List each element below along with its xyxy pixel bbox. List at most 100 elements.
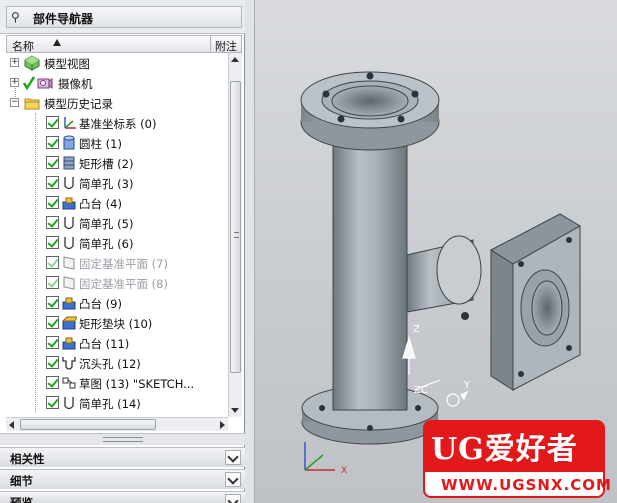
tree-item-model-views[interactable]: + 模型视图 bbox=[6, 53, 228, 73]
expand-plus-icon[interactable]: + bbox=[10, 78, 19, 87]
model-views-icon bbox=[24, 55, 40, 71]
simple-hole-icon bbox=[64, 177, 74, 190]
visibility-checkbox[interactable] bbox=[46, 136, 59, 149]
axis-label-y: Y bbox=[463, 380, 471, 391]
scroll-grip-icon bbox=[234, 232, 239, 238]
scroll-thumb[interactable] bbox=[230, 81, 241, 373]
tree-item-camera[interactable]: + 摄像机 bbox=[6, 73, 228, 93]
tree-item-simple-hole[interactable]: 简单孔 (5) bbox=[6, 213, 228, 233]
tree-item-label: 基准坐标系 (0) bbox=[79, 117, 157, 131]
navigator-title-bar: ⚲ 部件导航器 bbox=[6, 6, 242, 28]
ugsnx-watermark-logo: UG爱好者 WWW.UGSNX.COM bbox=[423, 420, 611, 500]
visibility-checkbox[interactable] bbox=[46, 396, 59, 409]
scroll-right-arrow-icon[interactable] bbox=[220, 421, 225, 429]
pin-icon[interactable]: ⚲ bbox=[11, 10, 20, 24]
visibility-checkbox[interactable] bbox=[46, 276, 59, 289]
section-title: 细节 bbox=[10, 474, 33, 488]
tree-item-label: 固定基准平面 (7) bbox=[79, 257, 168, 271]
visibility-checkbox[interactable] bbox=[46, 116, 59, 129]
tree-item-simple-hole[interactable]: 简单孔 (6) bbox=[6, 233, 228, 253]
rectangular-slot-icon bbox=[63, 156, 75, 170]
visibility-checkbox[interactable] bbox=[46, 156, 59, 169]
visibility-checkbox[interactable] bbox=[46, 256, 59, 269]
scroll-left-arrow-icon[interactable] bbox=[9, 421, 14, 429]
tree-item-boss[interactable]: 凸台 (4) bbox=[6, 193, 228, 213]
scroll-down-arrow-icon[interactable] bbox=[231, 408, 239, 413]
tree-item-boss[interactable]: 凸台 (9) bbox=[6, 293, 228, 313]
column-notes-header[interactable]: 附注 bbox=[215, 38, 237, 54]
chevron-down-icon[interactable] bbox=[225, 472, 241, 487]
tree-item-sketch[interactable]: 草图 (13) "SKETCH... bbox=[6, 373, 228, 393]
chevron-down-icon[interactable] bbox=[225, 494, 241, 503]
visibility-checkbox[interactable] bbox=[46, 236, 59, 249]
tree-horizontal-scrollbar[interactable] bbox=[6, 417, 228, 431]
tree-vertical-scrollbar[interactable] bbox=[228, 53, 242, 417]
datum-plane-icon bbox=[63, 276, 75, 290]
datum-csys-icon bbox=[64, 117, 76, 129]
expand-plus-icon[interactable]: + bbox=[10, 58, 19, 67]
tree-item-rectangular-slot[interactable]: 矩形槽 (2) bbox=[6, 153, 228, 173]
folder-icon bbox=[24, 98, 40, 110]
scroll-thumb[interactable] bbox=[20, 419, 156, 430]
tree-item-cylinder[interactable]: 圆柱 (1) bbox=[6, 133, 228, 153]
tree-item-datum-plane[interactable]: 固定基准平面 (7) bbox=[6, 253, 228, 273]
section-preview[interactable]: 预览 bbox=[0, 491, 245, 503]
axis-label-z: Z bbox=[413, 324, 420, 335]
visibility-checkbox[interactable] bbox=[46, 336, 59, 349]
visibility-checkbox[interactable] bbox=[46, 356, 59, 369]
navigator-header: ⚲ 部件导航器 bbox=[0, 0, 245, 34]
watermark-brand-text: UG爱好者 bbox=[431, 432, 578, 467]
axis-label-zc: ZC bbox=[414, 385, 428, 396]
tree-item-rectangular-pad[interactable]: 矩形垫块 (10) bbox=[6, 313, 228, 333]
top-flange bbox=[300, 71, 440, 151]
tree-item-label: 模型历史记录 bbox=[44, 97, 113, 111]
visibility-checkbox[interactable] bbox=[46, 216, 59, 229]
part-navigator-panel: ⚲ 部件导航器 名称 附注 + 模型视图 + 摄像机 − 模型历史记录 基准坐标… bbox=[0, 0, 245, 503]
rectangular-pad-icon bbox=[61, 316, 77, 330]
tree-item-label: 凸台 (9) bbox=[79, 297, 122, 311]
tree-item-simple-hole[interactable]: 简单孔 (14) bbox=[6, 393, 228, 413]
chevron-down-icon[interactable] bbox=[225, 450, 241, 465]
tree-item-label: 模型视图 bbox=[44, 57, 90, 71]
section-details[interactable]: 细节 bbox=[0, 469, 245, 489]
section-title: 预览 bbox=[10, 496, 33, 503]
visibility-checkbox[interactable] bbox=[46, 296, 59, 309]
visibility-checkbox[interactable] bbox=[46, 376, 59, 389]
side-branch bbox=[406, 235, 482, 320]
tree-item-label: 凸台 (11) bbox=[79, 337, 130, 351]
scroll-up-arrow-icon[interactable] bbox=[231, 57, 239, 62]
tree-item-label: 简单孔 (6) bbox=[79, 237, 134, 251]
column-divider[interactable] bbox=[210, 36, 211, 52]
side-flange bbox=[490, 213, 581, 391]
tree-item-label: 凸台 (4) bbox=[79, 197, 122, 211]
watermark-url-banner: WWW.UGSNX.COM bbox=[423, 472, 611, 498]
section-title: 相关性 bbox=[10, 452, 45, 466]
visibility-checkbox[interactable] bbox=[46, 176, 59, 189]
tree-item-model-history[interactable]: − 模型历史记录 bbox=[6, 93, 228, 113]
tree-item-datum-plane[interactable]: 固定基准平面 (8) bbox=[6, 273, 228, 293]
tree-item-label: 圆柱 (1) bbox=[79, 137, 122, 151]
collapse-minus-icon[interactable]: − bbox=[10, 98, 19, 107]
navigator-title: 部件导航器 bbox=[33, 12, 94, 26]
tree-item-datum-csys[interactable]: 基准坐标系 (0) bbox=[6, 113, 228, 133]
view-triad bbox=[304, 442, 335, 471]
sketch-icon bbox=[62, 377, 76, 389]
check-icon bbox=[22, 76, 36, 91]
panel-splitter[interactable] bbox=[0, 433, 245, 445]
simple-hole-icon bbox=[64, 217, 74, 230]
section-dependencies[interactable]: 相关性 bbox=[0, 447, 245, 467]
watermark-red-banner: UG爱好者 bbox=[423, 420, 605, 472]
sort-ascending-icon[interactable] bbox=[53, 39, 61, 46]
tree-item-counterbore-hole[interactable]: 沉头孔 (12) bbox=[6, 353, 228, 373]
visibility-checkbox[interactable] bbox=[46, 196, 59, 209]
simple-hole-icon bbox=[64, 397, 74, 410]
graphics-viewport[interactable]: Z ZC Y X UG爱好者 WWW.UGSNX.COM bbox=[255, 0, 617, 503]
tree-item-simple-hole[interactable]: 简单孔 (3) bbox=[6, 173, 228, 193]
column-name-header[interactable]: 名称 bbox=[12, 38, 34, 54]
tree-item-boss[interactable]: 凸台 (11) bbox=[6, 333, 228, 353]
boss-icon bbox=[62, 297, 76, 310]
boss-icon bbox=[62, 337, 76, 350]
watermark-url-text: WWW.UGSNX.COM bbox=[441, 476, 612, 494]
feature-tree: + 模型视图 + 摄像机 − 模型历史记录 基准坐标系 (0) 圆柱 (1) 矩… bbox=[6, 53, 228, 417]
visibility-checkbox[interactable] bbox=[46, 316, 59, 329]
